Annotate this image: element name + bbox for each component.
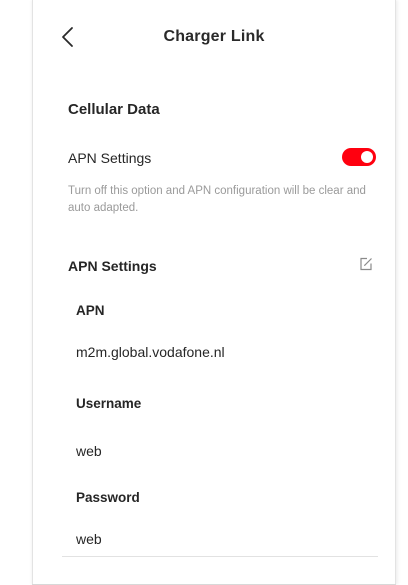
password-field-value: web [76,531,102,547]
edit-button[interactable] [358,256,376,274]
cellular-data-heading: Cellular Data [68,101,160,118]
apn-settings-toggle-label: APN Settings [68,150,152,166]
apn-field-label: APN [76,303,105,318]
apn-helper-text: Turn off this option and APN configurati… [68,185,366,214]
username-field-label: Username [76,396,142,411]
toggle-knob [361,151,373,163]
edit-icon [360,257,372,271]
password-field-label: Password [76,490,140,505]
top-bar: Charger Link [48,22,380,54]
apn-settings-heading: APN Settings [68,258,157,274]
apn-settings-section-header: APN Settings [68,256,380,278]
screen-bottom-edge [32,581,396,585]
divider [62,556,378,557]
apn-settings-toggle-row: APN Settings [68,148,380,170]
page-title: Charger Link [163,28,265,45]
username-field-value: web [76,443,102,459]
apn-field-value: m2m.global.vodafone.nl [76,344,225,360]
apn-settings-toggle[interactable] [342,148,376,166]
